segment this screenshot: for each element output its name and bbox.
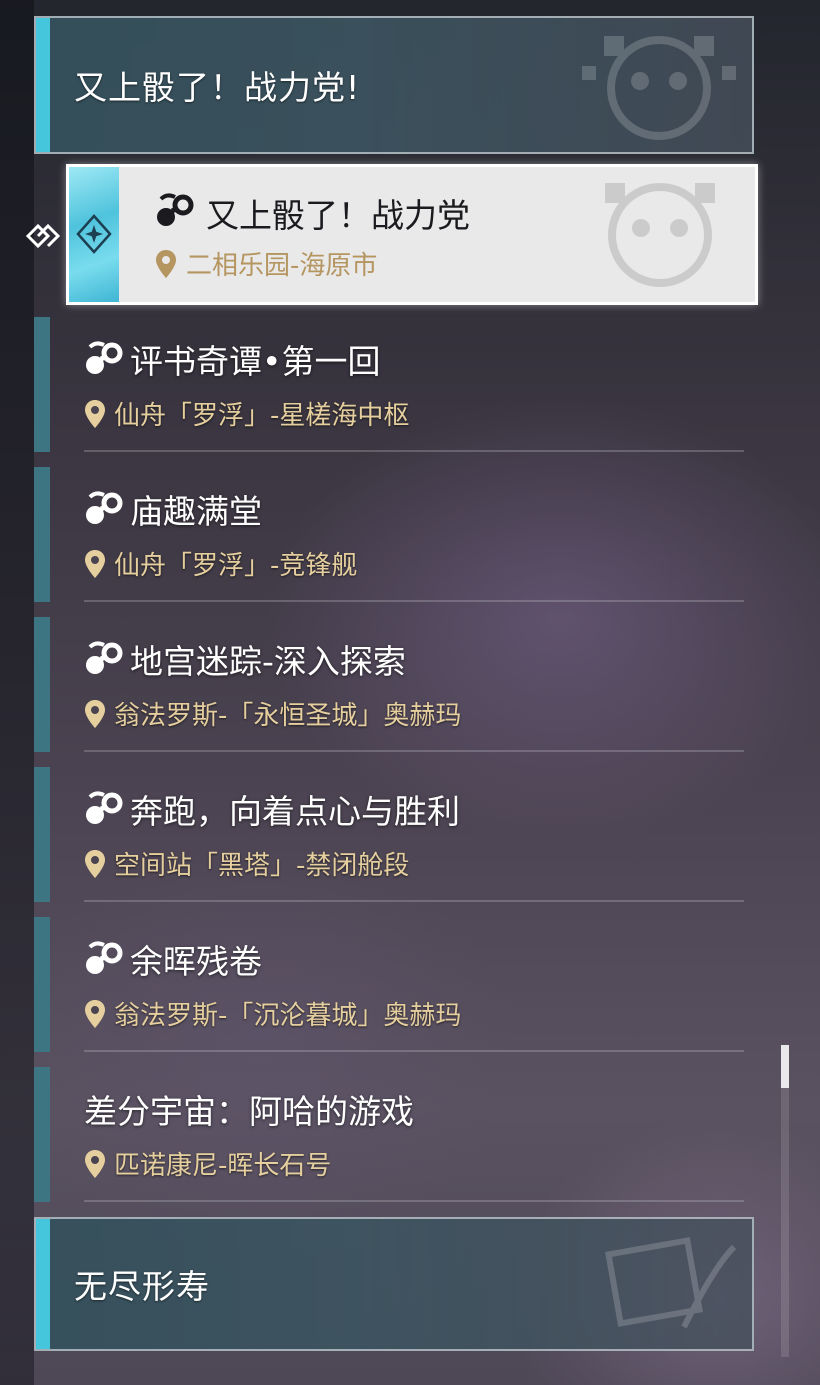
group-title: 又上骰了！战力党! <box>74 68 361 107</box>
item-location-row: 翁法罗斯-「永恒圣城」奥赫玛 <box>84 695 461 732</box>
location-pin-icon <box>85 399 105 428</box>
item-divider <box>84 1050 744 1052</box>
group-header-2[interactable]: 无尽形寿 <box>34 1217 754 1351</box>
activity-link-icon <box>86 941 123 974</box>
activity-item[interactable]: 庙趣满堂仙舟「罗浮」-竞锋舰 <box>34 467 754 602</box>
activity-link-icon <box>86 491 123 524</box>
activity-name: 地宫迷踪-深入探索 <box>130 642 406 681</box>
location-pin-icon <box>156 250 176 278</box>
activity-location: 空间站「黑塔」-禁闭舱段 <box>114 851 410 881</box>
item-divider <box>84 450 744 452</box>
location-pin-icon <box>85 849 105 878</box>
activity-item[interactable]: 差分宇宙：阿哈的游戏匹诺康尼-晖长石号 <box>34 1067 754 1202</box>
mascot-emblem-icon <box>605 183 715 287</box>
item-divider <box>84 600 744 602</box>
activity-name: 庙趣满堂 <box>130 492 262 531</box>
item-location-row: 仙舟「罗浮」-星槎海中枢 <box>84 395 409 432</box>
item-location-row: 仙舟「罗浮」-竞锋舰 <box>84 545 357 582</box>
item-name-row: 差分宇宙：阿哈的游戏 <box>84 1085 414 1133</box>
selection-diamond-icon <box>25 223 61 249</box>
item-divider <box>84 900 744 902</box>
activity-name: 评书奇谭•第一回 <box>130 342 381 381</box>
star-diamond-icon <box>76 214 112 254</box>
scrollbar-track[interactable] <box>781 1045 789 1357</box>
activity-name: 奔跑，向着点心与胜利 <box>130 792 460 831</box>
activity-location: 匹诺康尼-晖长石号 <box>114 1151 332 1181</box>
location-pin-icon <box>85 999 105 1028</box>
group-header-1[interactable]: 又上骰了！战力党! <box>34 16 754 154</box>
item-divider <box>84 1200 744 1202</box>
item-name-row: 庙趣满堂 <box>84 485 262 533</box>
item-accent-bar <box>34 467 50 602</box>
item-accent-bar <box>34 1067 50 1202</box>
location-pin-icon <box>85 699 105 728</box>
background-panel <box>0 0 34 1385</box>
activity-location: 翁法罗斯-「永恒圣城」奥赫玛 <box>114 701 462 731</box>
item-name-row: 评书奇谭•第一回 <box>84 335 380 383</box>
card-feather-emblem-icon <box>605 1237 737 1329</box>
activity-name: 又上骰了！战力党 <box>206 196 470 235</box>
activity-link-icon <box>86 341 123 374</box>
item-location-row: 翁法罗斯-「沉沦暮城」奥赫玛 <box>84 995 461 1032</box>
item-name-row: 余晖残卷 <box>84 935 262 983</box>
activity-name: 差分宇宙：阿哈的游戏 <box>84 1092 414 1131</box>
activity-item[interactable]: 余晖残卷翁法罗斯-「沉沦暮城」奥赫玛 <box>34 917 754 1052</box>
group-title: 无尽形寿 <box>74 1267 210 1306</box>
activity-location: 仙舟「罗浮」-星槎海中枢 <box>114 401 410 431</box>
mascot-emblem-icon <box>582 36 736 140</box>
item-accent-bar <box>34 317 50 452</box>
activity-item[interactable]: 地宫迷踪-深入探索翁法罗斯-「永恒圣城」奥赫玛 <box>34 617 754 752</box>
scrollbar-thumb[interactable] <box>781 1045 789 1088</box>
activity-location: 仙舟「罗浮」-竞锋舰 <box>114 551 358 581</box>
item-accent-bar <box>34 917 50 1052</box>
item-name-row: 奔跑，向着点心与胜利 <box>84 785 460 833</box>
activity-item-selected[interactable]: 又上骰了！战力党 二相乐园-海原市 <box>66 164 758 305</box>
activity-link-icon <box>86 791 123 824</box>
selected-crystal-strip <box>69 167 119 302</box>
item-location-row: 空间站「黑塔」-禁闭舱段 <box>84 845 409 882</box>
item-location-row: 匹诺康尼-晖长石号 <box>84 1145 331 1182</box>
item-divider <box>84 750 744 752</box>
item-name-row: 地宫迷踪-深入探索 <box>84 635 406 683</box>
location-pin-icon <box>85 549 105 578</box>
activity-item[interactable]: 评书奇谭•第一回仙舟「罗浮」-星槎海中枢 <box>34 317 754 452</box>
item-accent-bar <box>34 617 50 752</box>
activity-item[interactable]: 奔跑，向着点心与胜利空间站「黑塔」-禁闭舱段 <box>34 767 754 902</box>
activity-link-icon <box>86 641 123 674</box>
activity-link-icon <box>157 193 194 226</box>
activity-name: 余晖残卷 <box>130 942 262 981</box>
location-pin-icon <box>85 1149 105 1178</box>
activity-location: 翁法罗斯-「沉沦暮城」奥赫玛 <box>114 1001 462 1031</box>
group-accent-bar <box>36 1219 50 1349</box>
activity-location: 二相乐园-海原市 <box>186 251 378 281</box>
item-accent-bar <box>34 767 50 902</box>
group-accent-bar <box>36 18 50 152</box>
